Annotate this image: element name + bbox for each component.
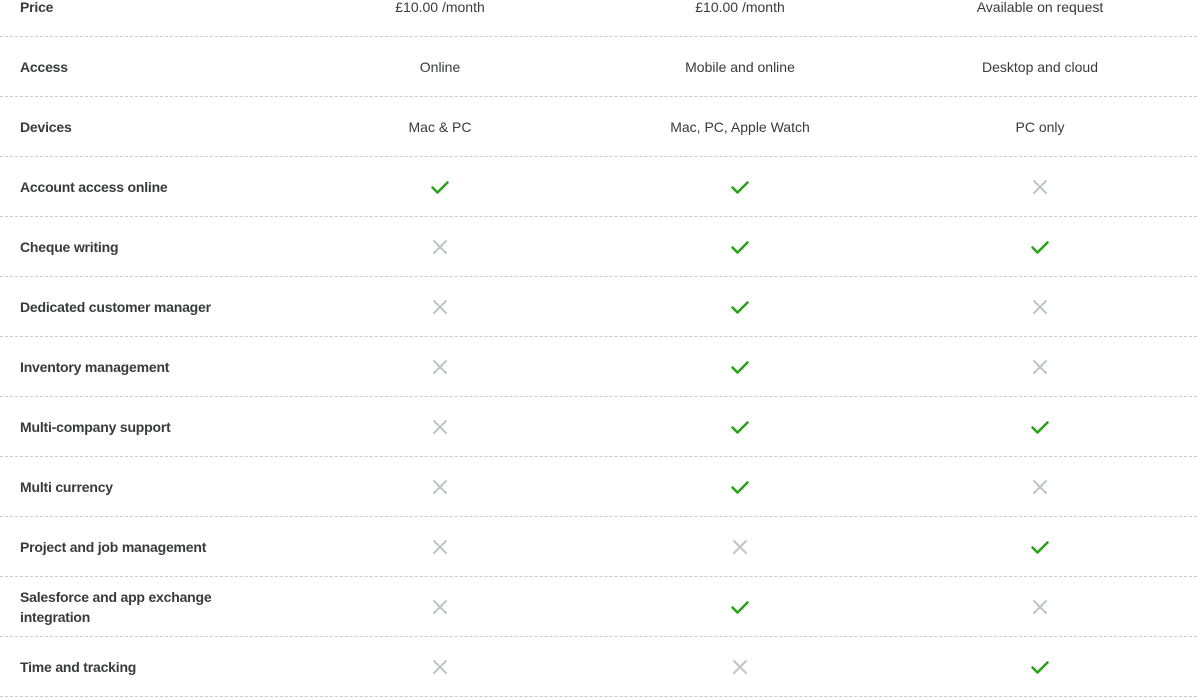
- feature-label: Salesforce and app exchange integration: [20, 588, 212, 625]
- cross-icon: [733, 659, 747, 674]
- cell-plan-1: [430, 177, 450, 197]
- cell-plan-3: Desktop and cloud: [982, 58, 1098, 75]
- cross-icon: [433, 539, 447, 554]
- feature-label: Time and tracking: [20, 658, 137, 675]
- feature-label: Account access online: [20, 178, 168, 195]
- cell-plan-3: [1030, 177, 1050, 197]
- cell-plan-2: [730, 477, 750, 497]
- checkmark-icon: [731, 420, 749, 434]
- feature-label: Multi-company support: [20, 418, 171, 435]
- cell-plan-1: [430, 237, 450, 257]
- cell-plan-2: [730, 357, 750, 377]
- checkmark-icon: [1031, 420, 1049, 434]
- cell-plan-2: £10.00 /month: [695, 0, 785, 15]
- cell-plan-1: [430, 417, 450, 437]
- table-row: Multi-company support: [0, 397, 1197, 457]
- cross-icon: [433, 479, 447, 494]
- table-row: Inventory management: [0, 337, 1197, 397]
- cell-plan-3: [1030, 237, 1050, 257]
- feature-label: Dedicated customer manager: [20, 298, 211, 315]
- cell-plan-3: [1030, 477, 1050, 497]
- cell-plan-3: Available on request: [976, 0, 1104, 15]
- cross-icon: [433, 659, 447, 674]
- cell-plan-1: [430, 597, 450, 617]
- cell-plan-1: [430, 657, 450, 677]
- cross-icon: [433, 419, 447, 434]
- comparison-table: Price £10.00 /month £10.00 /month Availa…: [0, 0, 1197, 697]
- cell-plan-2: Mac, PC, Apple Watch: [670, 118, 810, 135]
- checkmark-icon: [731, 240, 749, 254]
- table-row-price: Price £10.00 /month £10.00 /month Availa…: [0, 0, 1197, 37]
- cell-plan-3: [1030, 597, 1050, 617]
- cell-plan-2: [730, 657, 750, 677]
- cell-plan-3: [1030, 657, 1050, 677]
- table-row: Account access online: [0, 157, 1197, 217]
- cell-plan-2: [730, 297, 750, 317]
- feature-label: Project and job management: [20, 538, 207, 555]
- cell-plan-1: £10.00 /month: [395, 0, 485, 15]
- cell-plan-2: [730, 417, 750, 437]
- cell-plan-2: Mobile and online: [685, 58, 795, 75]
- cell-plan-1: [430, 297, 450, 317]
- cross-icon: [1033, 479, 1047, 494]
- checkmark-icon: [1031, 240, 1049, 254]
- table-row: Project and job management: [0, 517, 1197, 577]
- cross-icon: [1033, 179, 1047, 194]
- table-row: Multi currency: [0, 457, 1197, 517]
- checkmark-icon: [431, 180, 449, 194]
- table-row: Time and tracking: [0, 637, 1197, 697]
- checkmark-icon: [731, 300, 749, 314]
- cross-icon: [1033, 599, 1047, 614]
- checkmark-icon: [731, 480, 749, 494]
- feature-label: Multi currency: [20, 478, 113, 495]
- cross-icon: [733, 539, 747, 554]
- cell-plan-3: [1030, 417, 1050, 437]
- cell-plan-3: PC only: [1015, 118, 1065, 135]
- cross-icon: [1033, 359, 1047, 374]
- cell-plan-2: [730, 597, 750, 617]
- table-row: Salesforce and app exchange integration: [0, 577, 1197, 637]
- cross-icon: [433, 299, 447, 314]
- checkmark-icon: [731, 180, 749, 194]
- cross-icon: [433, 599, 447, 614]
- feature-label: Cheque writing: [20, 238, 119, 255]
- cell-plan-2: [730, 177, 750, 197]
- cell-plan-3: [1030, 537, 1050, 557]
- cell-plan-3: [1030, 357, 1050, 377]
- feature-label: Price: [20, 0, 54, 15]
- cell-plan-3: [1030, 297, 1050, 317]
- cross-icon: [433, 359, 447, 374]
- table-row: Cheque writing: [0, 217, 1197, 277]
- checkmark-icon: [731, 360, 749, 374]
- table-row-devices: Devices Mac & PC Mac, PC, Apple Watch PC…: [0, 97, 1197, 157]
- checkmark-icon: [731, 600, 749, 614]
- table-row: Dedicated customer manager: [0, 277, 1197, 337]
- feature-label: Devices: [20, 118, 72, 135]
- cell-plan-1: [430, 477, 450, 497]
- checkmark-icon: [1031, 660, 1049, 674]
- cell-plan-1: [430, 537, 450, 557]
- cell-plan-2: [730, 237, 750, 257]
- cross-icon: [433, 239, 447, 254]
- table-row-access: Access Online Mobile and online Desktop …: [0, 37, 1197, 97]
- cross-icon: [1033, 299, 1047, 314]
- feature-label: Inventory management: [20, 358, 170, 375]
- cell-plan-1: Mac & PC: [408, 118, 472, 135]
- cell-plan-2: [730, 537, 750, 557]
- feature-label: Access: [20, 58, 68, 75]
- checkmark-icon: [1031, 540, 1049, 554]
- cell-plan-1: Online: [419, 58, 461, 75]
- cell-plan-1: [430, 357, 450, 377]
